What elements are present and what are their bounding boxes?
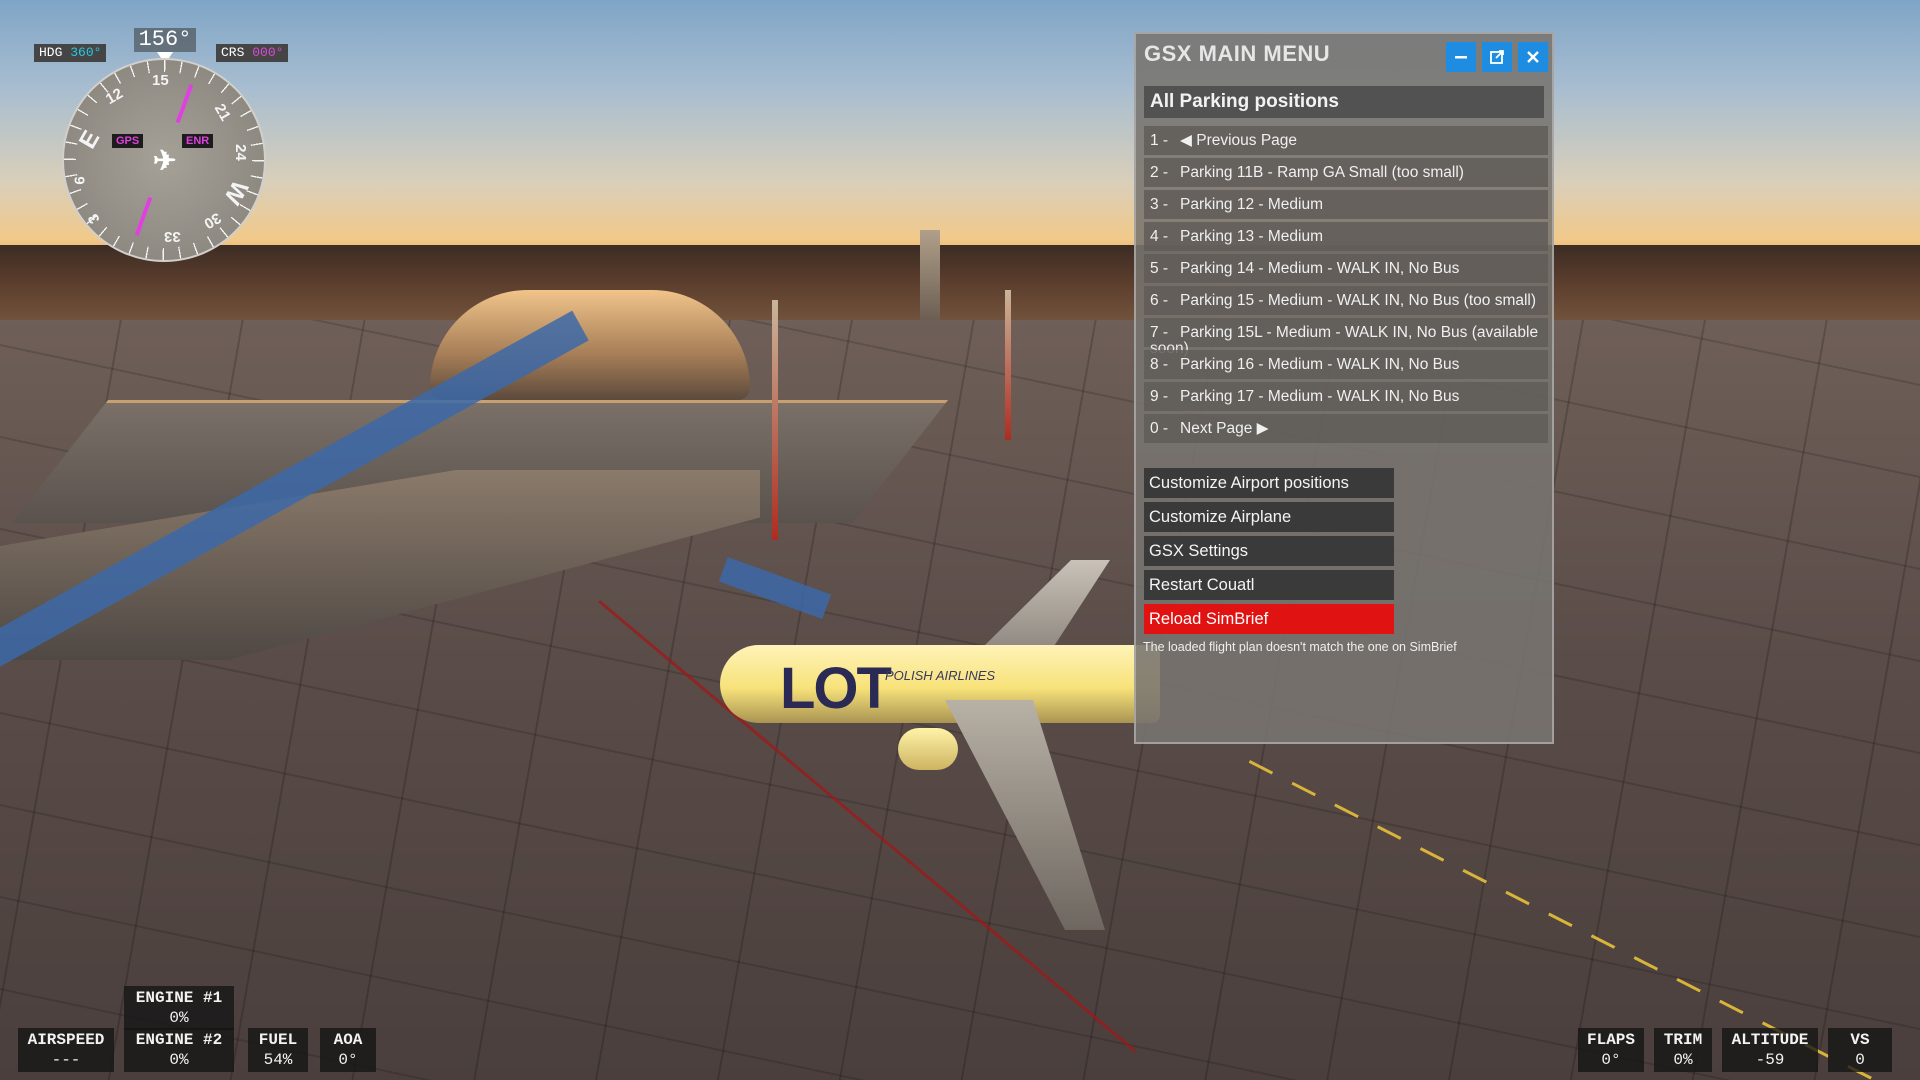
compass-label-33: 33: [164, 228, 181, 245]
item-label: Parking 16 - Medium - WALK IN, No Bus: [1180, 356, 1460, 373]
section-header: All Parking positions: [1144, 86, 1544, 118]
menu-item-parking[interactable]: 7 - Parking 15L - Medium - WALK IN, No Bu…: [1144, 318, 1548, 357]
item-label: Next Page ▶: [1180, 420, 1269, 437]
menu-item-parking[interactable]: 5 - Parking 14 - Medium - WALK IN, No Bus: [1144, 254, 1548, 283]
light-pole: [1005, 290, 1011, 440]
close-icon: [1527, 51, 1539, 63]
airplane-engine: [898, 728, 958, 770]
hud-label: ALTITUDE: [1731, 1031, 1809, 1049]
gsx-settings-button[interactable]: GSX Settings: [1144, 536, 1394, 566]
item-number: 5 -: [1150, 260, 1169, 277]
item-number: 4 -: [1150, 228, 1169, 245]
item-number: 1 -: [1150, 132, 1169, 149]
hud-label: AOA: [333, 1031, 363, 1049]
gsx-main-menu-window: GSX MAIN MENU All Parking positions 1 - ◀…: [1134, 32, 1554, 744]
hud-value: 54%: [263, 1051, 293, 1069]
hud-label: TRIM: [1663, 1031, 1703, 1049]
compass-label-24: 24: [231, 144, 249, 161]
restart-couatl-button[interactable]: Restart Couatl: [1144, 570, 1394, 600]
item-label: Parking 11B - Ramp GA Small (too small): [1180, 164, 1464, 181]
heading-readout: 156°: [134, 28, 196, 52]
hud-label: VS: [1850, 1031, 1870, 1049]
heading-compass: HDG 360° CRS 000° 156° 15 12 E 6 3 33 30…: [34, 28, 294, 268]
close-button[interactable]: [1518, 42, 1548, 72]
action-buttons: Customize Airport positions Customize Ai…: [1144, 468, 1394, 638]
item-number: 3 -: [1150, 196, 1169, 213]
hud-vs: VS 0: [1828, 1028, 1892, 1072]
item-label: Parking 15L - Medium - WALK IN, No Bus (…: [1180, 324, 1539, 341]
item-number: 2 -: [1150, 164, 1169, 181]
hud-label: FLAPS: [1586, 1031, 1635, 1049]
customize-airplane-button[interactable]: Customize Airplane: [1144, 502, 1394, 532]
item-label: Parking 15 - Medium - WALK IN, No Bus (t…: [1180, 292, 1537, 309]
menu-item-parking[interactable]: 9 - Parking 17 - Medium - WALK IN, No Bus: [1144, 382, 1548, 411]
compass-label-15: 15: [152, 72, 169, 89]
hdg-bug-readout: HDG 360°: [34, 44, 107, 62]
crs-readout: CRS 000°: [216, 44, 289, 62]
hud-value: 0%: [169, 1009, 189, 1027]
enr-tag: ENR: [182, 134, 214, 148]
hud-value: 0%: [1673, 1051, 1693, 1069]
item-label: Parking 14 - Medium - WALK IN, No Bus: [1180, 260, 1460, 277]
item-label: Parking 13 - Medium: [1180, 228, 1324, 245]
hdg-label: HDG: [39, 45, 63, 60]
hud-airspeed: AIRSPEED ---: [18, 1028, 114, 1072]
item-number: 9 -: [1150, 388, 1169, 405]
item-number: 6 -: [1150, 292, 1169, 309]
compass-label-6: 6: [71, 176, 89, 185]
item-number: 7 -: [1150, 324, 1169, 341]
minimize-button[interactable]: [1446, 42, 1476, 72]
airline-logo: LOT: [780, 656, 892, 721]
aircraft-symbol-icon: ✈: [153, 145, 177, 176]
hud-label: AIRSPEED: [27, 1031, 105, 1049]
item-label: Parking 17 - Medium - WALK IN, No Bus: [1180, 388, 1460, 405]
menu-item-parking[interactable]: 3 - Parking 12 - Medium: [1144, 190, 1548, 219]
popout-button[interactable]: [1482, 42, 1512, 72]
hud-altitude: ALTITUDE -59: [1722, 1028, 1818, 1072]
hdg-value: 360°: [70, 45, 102, 60]
hud-value: 0%: [169, 1051, 189, 1069]
menu-item-parking[interactable]: 6 - Parking 15 - Medium - WALK IN, No Bus…: [1144, 286, 1548, 315]
light-pole: [772, 300, 778, 540]
hud-value: -59: [1755, 1051, 1785, 1069]
hud-value: 0°: [1601, 1051, 1621, 1069]
hud-value: 0: [1855, 1051, 1865, 1069]
crs-value: 000°: [252, 45, 284, 60]
hud-trim: TRIM 0%: [1654, 1028, 1712, 1072]
item-label: Parking 12 - Medium: [1180, 196, 1324, 213]
menu-item-parking[interactable]: 2 - Parking 11B - Ramp GA Small (too smal…: [1144, 158, 1548, 187]
window-titlebar[interactable]: GSX MAIN MENU: [1136, 34, 1552, 78]
hud-flaps: FLAPS 0°: [1578, 1028, 1644, 1072]
simbrief-warning-text: The loaded flight plan doesn't match the…: [1143, 640, 1457, 654]
hud-fuel: FUEL 54%: [248, 1028, 308, 1072]
customize-airport-positions-button[interactable]: Customize Airport positions: [1144, 468, 1394, 498]
hud-label: FUEL: [258, 1031, 298, 1049]
window-title: GSX MAIN MENU: [1144, 41, 1331, 66]
crs-label: CRS: [221, 45, 245, 60]
hud-value: ---: [51, 1051, 81, 1069]
menu-item-previous-page[interactable]: 1 - ◀ Previous Page: [1144, 126, 1548, 155]
hud-label: ENGINE #1: [135, 989, 223, 1007]
hud-engine2: ENGINE #2 0%: [124, 1028, 234, 1072]
hud-label: ENGINE #2: [135, 1031, 223, 1049]
hud-aoa: AOA 0°: [320, 1028, 376, 1072]
menu-item-parking[interactable]: 8 - Parking 16 - Medium - WALK IN, No Bus: [1144, 350, 1548, 379]
item-label: ◀ Previous Page: [1180, 132, 1298, 149]
hud-engine1: ENGINE #1 0%: [124, 986, 234, 1030]
hud-value: 0°: [338, 1051, 358, 1069]
item-number: 8 -: [1150, 356, 1169, 373]
parking-list: 1 - ◀ Previous Page 2 - Parking 11B - Ramp…: [1144, 126, 1548, 446]
gps-tag: GPS: [112, 134, 144, 148]
popout-icon: [1490, 50, 1504, 64]
airline-name: POLISH AIRLINES: [885, 668, 996, 683]
control-tower: [920, 230, 940, 320]
minimize-icon: [1455, 56, 1467, 59]
menu-item-next-page[interactable]: 0 - Next Page ▶: [1144, 414, 1548, 443]
menu-item-parking[interactable]: 4 - Parking 13 - Medium: [1144, 222, 1548, 251]
compass-card: 15 12 E 6 3 33 30 W 24 21 GPS ENR ✈: [62, 58, 266, 262]
reload-simbrief-button[interactable]: Reload SimBrief: [1144, 604, 1394, 634]
item-number: 0 -: [1150, 420, 1169, 437]
